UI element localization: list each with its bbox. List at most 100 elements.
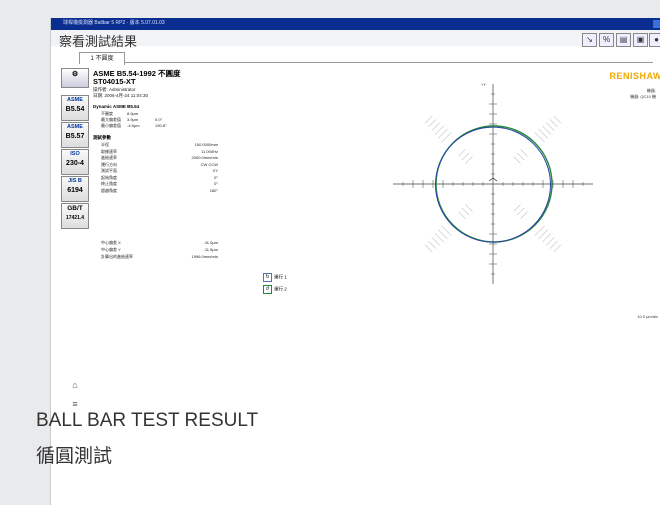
percent-icon[interactable]: % <box>599 33 614 47</box>
diagonal-hatch <box>431 236 441 246</box>
maximize-button[interactable] <box>653 20 660 28</box>
standard-line1: JIS B <box>68 178 82 184</box>
axis-label-y: +Y <box>481 82 486 87</box>
row-value: 150.0000mm <box>194 142 218 147</box>
diagonal-hatch <box>458 149 466 157</box>
row-angle: 0.0° <box>155 117 163 122</box>
diagonal-hatch <box>434 125 444 135</box>
diagonal-hatch <box>538 229 549 240</box>
home-icon[interactable]: ⌂ <box>63 380 87 394</box>
diagonal-hatch <box>545 236 555 246</box>
save-icon[interactable]: ▣ <box>633 33 648 47</box>
standard-line2: 17421.4 <box>65 215 85 221</box>
row-label: 起始角度 <box>101 174 117 180</box>
params-title: 測試參數 <box>93 135 111 140</box>
standard-line1: GB/T <box>67 205 83 212</box>
row-value: 2000.0mm/min <box>191 155 218 160</box>
param-row: 運行方向 CW CCW <box>93 162 218 168</box>
row-angle: 190.8° <box>155 123 167 128</box>
row-label: 終止角度 <box>101 181 117 186</box>
standard-line1: ASME <box>67 97 83 103</box>
diagonal-hatch <box>437 128 448 139</box>
diagonal-hatch <box>520 149 528 157</box>
row-value: XY <box>212 168 218 173</box>
diagonal-hatch <box>424 244 433 253</box>
diagonal-hatch <box>428 240 437 249</box>
row-label: 最小偏差值 <box>101 123 121 128</box>
standard-line1: ISO <box>70 151 80 157</box>
row-label: 半徑 <box>101 142 109 147</box>
param-row: 終止角度 0° <box>93 181 218 187</box>
row-label: 測試平面 <box>101 168 117 173</box>
diagonal-hatch <box>520 211 528 219</box>
renishaw-logo: RENISHAW <box>609 71 660 81</box>
row-value: 180° <box>209 187 218 193</box>
row-value: 0° <box>214 174 218 180</box>
row-value: 41.0μm <box>204 240 218 245</box>
standard-line2: B5.57 <box>65 133 85 140</box>
diagonal-hatch <box>545 122 555 132</box>
legend-run-1: ↻ 運行 1 <box>263 273 287 282</box>
row-value: 1996.0mm/min <box>191 254 218 259</box>
diagonal-hatch <box>461 152 470 161</box>
param-row: 測試平面 XY <box>93 168 218 174</box>
diagonal-hatch <box>553 115 562 124</box>
row-label: 進給速率 <box>101 155 117 160</box>
caption-english: BALL BAR TEST RESULT <box>36 410 259 431</box>
diagonal-hatch <box>538 128 549 139</box>
diagonal-hatch <box>461 207 470 216</box>
center-row: 中心偏差 X 41.0μm <box>93 240 218 246</box>
param-row: 進給速率 2000.0mm/min <box>93 155 218 161</box>
row-label: 超越角度 <box>101 187 117 193</box>
title-bar: 球桿儀檢測器 Ballbar 5 RP2 · 版本 5.07.01.03 <box>51 18 660 30</box>
standard-line2: 230-4 <box>66 160 84 167</box>
row-value: 3.9μm <box>127 117 139 122</box>
scale-label: 10.0 μm/div <box>637 314 658 319</box>
diagonal-hatch <box>465 204 473 212</box>
machine-name: ST04015-XT <box>93 77 136 86</box>
param-row: 起始角度 0° <box>93 175 218 181</box>
row-value: 11.000Hz <box>201 148 218 154</box>
diagonal-hatch <box>437 229 448 240</box>
print-icon[interactable]: ▤ <box>616 33 631 47</box>
standard-line1: ASME <box>67 124 83 130</box>
globe-icon[interactable]: ● <box>649 33 660 47</box>
row-label: 取樣速率 <box>101 148 117 154</box>
diagonal-hatch <box>431 122 441 132</box>
diagonal-hatch <box>516 152 525 161</box>
diagonal-hatch <box>428 119 437 128</box>
diagonal-hatch <box>553 244 562 253</box>
brand-sub-2: 機器: QC10 機 <box>630 94 656 99</box>
row-value: 8.9μm <box>127 111 139 116</box>
plot-icon[interactable]: ↘ <box>582 33 597 47</box>
param-row: 超越角度 180° <box>93 188 218 194</box>
row-value: -4.9μm <box>127 123 140 128</box>
ballbar-polar-plot: +Y <box>393 82 593 284</box>
tab-strip <box>113 48 653 63</box>
sidebar-item-gbt-17421[interactable]: GB/T 17421.4 <box>61 203 89 229</box>
diagonal-hatch <box>513 204 521 212</box>
diagonal-hatch <box>549 240 558 249</box>
machine-icon[interactable]: ⚙ <box>61 68 89 88</box>
diagonal-hatch <box>513 156 521 164</box>
diagonal-hatch <box>542 125 552 135</box>
row-value: 0° <box>214 181 218 186</box>
sidebar-item-jis-b6194[interactable]: JIS B 6194 <box>61 176 89 202</box>
legend-label: 運行 2 <box>274 286 287 292</box>
row-value: -11.5μm <box>203 247 218 252</box>
date-text: 日期: 2006-4月-24 11:04:30 <box>93 93 148 98</box>
center-row: 中心偏差 Y -11.5μm <box>93 247 218 253</box>
sidebar-item-asme-b557[interactable]: ASME B5.57 <box>61 122 89 148</box>
diagonal-hatch <box>424 115 433 124</box>
report-area: ASME B5.54-1992 不圓度 ST04015-XT 操作者: Admi… <box>93 64 660 430</box>
diagonal-hatch <box>549 119 558 128</box>
standard-line2: B5.54 <box>65 106 85 113</box>
sidebar-item-asme-b554[interactable]: ASME B5.54 <box>61 95 89 121</box>
sidebar-item-iso-2304[interactable]: ISO 230-4 <box>61 149 89 175</box>
diagonal-hatch <box>516 207 525 216</box>
row-value: CW CCW <box>200 161 218 167</box>
row-label: 中心偏差 X <box>101 240 121 245</box>
param-row: 半徑 150.0000mm <box>93 142 218 148</box>
param-row: 取樣速率 11.000Hz <box>93 149 218 155</box>
dynamic-title: Dynamic ASME B5.54 <box>93 104 140 109</box>
